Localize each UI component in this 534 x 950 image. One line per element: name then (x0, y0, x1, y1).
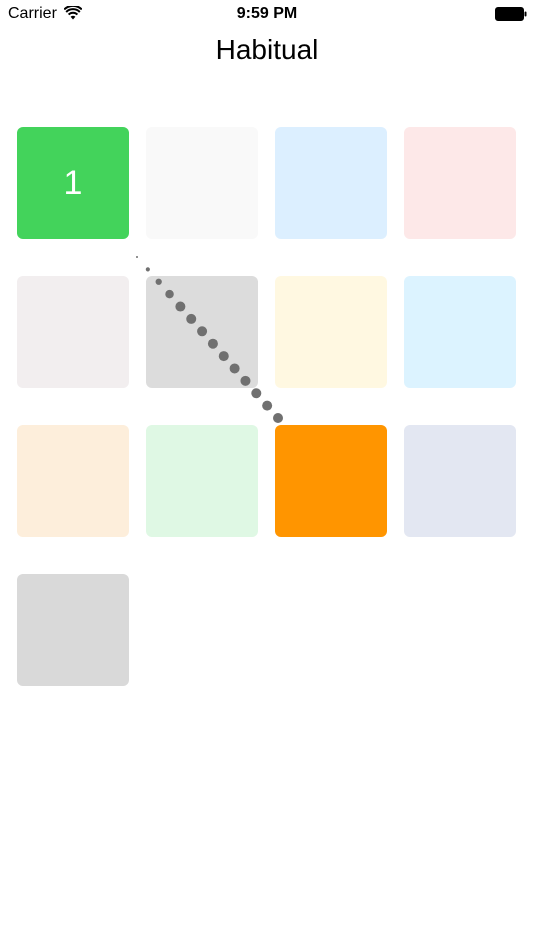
habit-tile[interactable] (275, 127, 387, 239)
habit-tile[interactable] (404, 276, 516, 388)
habit-grid: 1 (0, 0, 534, 950)
habit-tile[interactable] (146, 425, 258, 537)
habit-tile[interactable] (146, 127, 258, 239)
habit-tile[interactable] (17, 276, 129, 388)
habit-tile[interactable]: 1 (17, 127, 129, 239)
habit-tile[interactable] (17, 425, 129, 537)
habit-tile[interactable] (146, 276, 258, 388)
habit-tile[interactable] (275, 276, 387, 388)
habit-count: 1 (63, 163, 83, 202)
habit-tile[interactable] (17, 574, 129, 686)
habit-tile[interactable] (404, 425, 516, 537)
habit-tile[interactable] (275, 425, 387, 537)
habit-tile[interactable] (404, 127, 516, 239)
